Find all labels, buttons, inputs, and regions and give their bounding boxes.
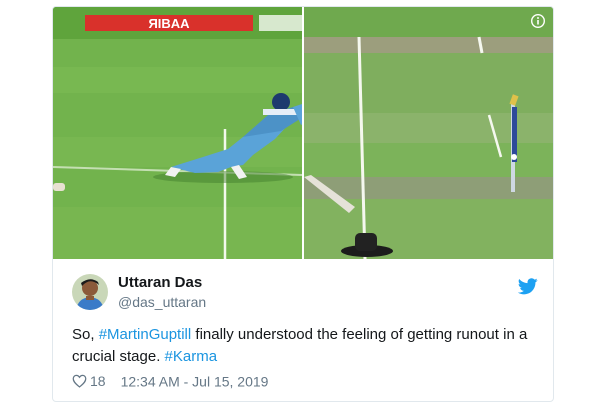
right-panel-image: [304, 7, 553, 259]
hashtag-link-martinguptill[interactable]: #MartinGuptill: [99, 326, 192, 343]
tweet-text-lead: So,: [72, 326, 99, 343]
tweet-card[interactable]: ЯIBAA Uttaran Das @das_uttaran So, #Mart…: [52, 6, 554, 402]
page: ЯIBAA Uttaran Das @das_uttaran So, #Mart…: [0, 0, 600, 407]
billboard-text: ЯIBAA: [148, 16, 190, 31]
display-name[interactable]: Uttaran Das: [118, 274, 202, 291]
heart-icon[interactable]: [72, 374, 87, 389]
avatar[interactable]: [72, 274, 108, 310]
user-handle[interactable]: @das_uttaran: [118, 294, 206, 310]
hashtag-link-karma[interactable]: #Karma: [165, 348, 218, 365]
tweet-author: Uttaran Das @das_uttaran: [72, 274, 542, 314]
tweet-media[interactable]: ЯIBAA: [53, 7, 553, 259]
twitter-bird-icon[interactable]: [518, 278, 538, 295]
tweet-timestamp[interactable]: 12:34 AM - Jul 15, 2019: [121, 373, 269, 389]
left-panel-image: ЯIBAA: [53, 7, 311, 259]
tweet-footer: 18 12:34 AM - Jul 15, 2019: [72, 372, 268, 390]
tweet-text: So, #MartinGuptill finally understood th…: [72, 324, 542, 368]
like-count[interactable]: 18: [90, 373, 106, 389]
info-icon[interactable]: [531, 14, 545, 28]
media-image[interactable]: ЯIBAA: [53, 7, 553, 259]
